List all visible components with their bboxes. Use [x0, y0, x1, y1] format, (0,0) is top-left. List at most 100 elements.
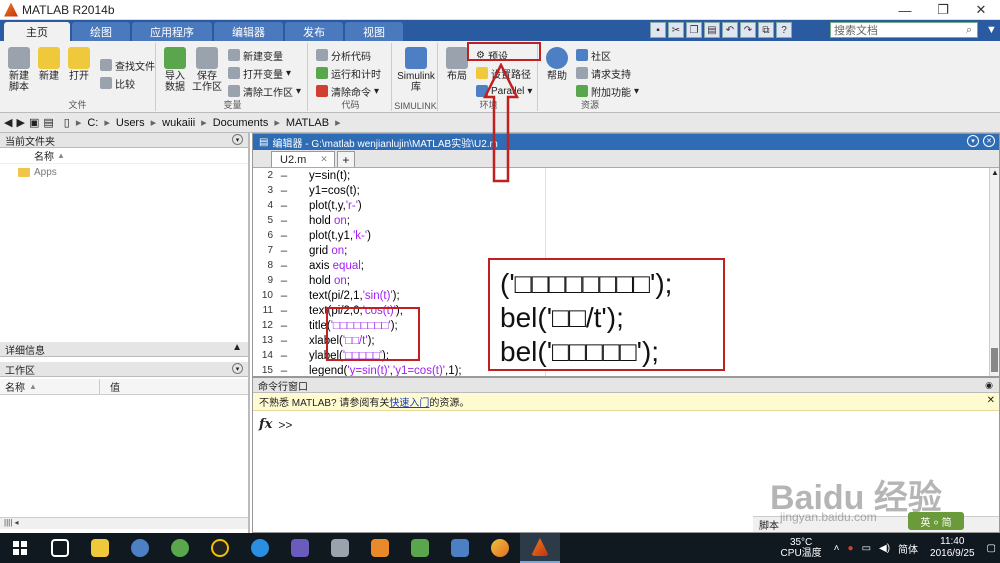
up-folder-icon[interactable]: ▣ [29, 116, 39, 129]
forward-arrow-icon[interactable]: ▶ [16, 116, 24, 129]
clear-commands-button[interactable]: 清除命令 ▾ [316, 83, 379, 99]
breadcrumb-documents[interactable]: Documents [213, 117, 269, 129]
switch-windows-icon[interactable]: ⧉ [758, 22, 774, 38]
code-line[interactable]: 3– y1=cos(t); [253, 183, 953, 198]
breakpoint-marker[interactable]: – [273, 230, 295, 242]
close-button[interactable]: ✕ [962, 0, 1000, 20]
add-ons-button[interactable]: 附加功能 ▾ [576, 83, 639, 99]
tab-editor[interactable]: 编辑器 [214, 22, 283, 41]
open-button[interactable]: 打开 [62, 47, 96, 82]
taskbar-app-qq[interactable] [200, 533, 240, 563]
save-workspace-button[interactable]: 保存 工作区 [190, 47, 224, 93]
editor-scrollbar[interactable]: ▲ [989, 168, 999, 376]
tab-apps[interactable]: 应用程序 [132, 22, 212, 41]
copy-icon[interactable]: ❐ [686, 22, 702, 38]
cut-icon[interactable]: ✂ [668, 22, 684, 38]
breadcrumb[interactable]: ▯ ▸ C: ▸ Users ▸ wukaiii ▸ Documents ▸ MATLAB… [64, 116, 341, 130]
code-line[interactable]: 4– plot(t,y,'r-') [253, 198, 953, 213]
editor-tab-u2[interactable]: U2.m ✕ [271, 151, 335, 167]
breakpoint-marker[interactable]: – [273, 320, 295, 332]
help-icon[interactable]: ? [776, 22, 792, 38]
task-view-button[interactable] [40, 533, 80, 563]
taskbar-app-sheet[interactable] [400, 533, 440, 563]
help-button[interactable]: 帮助 [540, 47, 574, 82]
taskbar-app-vs[interactable] [280, 533, 320, 563]
breakpoint-marker[interactable]: – [273, 200, 295, 212]
new-button[interactable]: 新建 [32, 47, 66, 82]
clear-workspace-button[interactable]: 清除工作区 ▾ [228, 83, 301, 99]
breakpoint-marker[interactable]: – [273, 275, 295, 287]
breakpoint-marker[interactable]: – [273, 185, 295, 197]
community-button[interactable]: 社区 [576, 47, 611, 63]
editor-close-icon[interactable]: ✕ [983, 135, 995, 147]
network-icon[interactable]: ▭ [862, 543, 871, 554]
breadcrumb-drive[interactable]: C: [87, 117, 98, 129]
scroll-up-icon[interactable]: ▲ [991, 168, 999, 177]
code-line[interactable]: 5– hold on; [253, 213, 953, 228]
breakpoint-marker[interactable]: – [273, 365, 295, 377]
search-docs-input[interactable]: 搜索文档 [830, 22, 978, 38]
breakpoint-marker[interactable]: – [273, 170, 295, 182]
taskbar-app-browser[interactable] [160, 533, 200, 563]
undo-icon[interactable]: ↶ [722, 22, 738, 38]
breakpoint-marker[interactable]: – [273, 335, 295, 347]
getting-started-link[interactable]: 快速入门 [389, 394, 429, 409]
panel-menu-icon[interactable]: ▾ [232, 363, 243, 374]
taskbar-app-explorer[interactable] [80, 533, 120, 563]
antivirus-icon[interactable]: ● [848, 543, 854, 554]
code-line[interactable]: 6– plot(t,y1,'k-') [253, 228, 953, 243]
breadcrumb-users[interactable]: Users [116, 117, 145, 129]
taskbar-app-game[interactable] [320, 533, 360, 563]
panel-menu-icon[interactable]: ▾ [232, 134, 243, 145]
new-variable-button[interactable]: 新建变量 [228, 47, 283, 63]
browse-folder-icon[interactable]: ▤ [43, 116, 53, 129]
command-prompt[interactable]: fx >> [253, 417, 999, 432]
breadcrumb-matlab[interactable]: MATLAB [286, 117, 329, 129]
workspace-col-name[interactable]: 名称 ▲ [0, 379, 100, 394]
editor-menu-icon[interactable]: ▾ [967, 135, 979, 147]
save-icon[interactable]: ▪ [650, 22, 666, 38]
back-arrow-icon[interactable]: ◀ [4, 116, 12, 129]
notifications-icon[interactable]: ▢ [987, 543, 996, 554]
breakpoint-marker[interactable]: – [273, 350, 295, 362]
workspace-col-value[interactable]: 值 [100, 379, 120, 394]
ime-indicator[interactable]: 英 ⸰ 简 [908, 512, 964, 530]
run-and-time-button[interactable]: 运行和计时 [316, 65, 381, 81]
open-variable-button[interactable]: 打开变量 ▾ [228, 65, 291, 81]
code-line[interactable]: 2– y=sin(t); [253, 168, 953, 183]
new-script-button[interactable]: 新建 脚本 [2, 47, 36, 93]
folder-item-apps[interactable]: Apps [0, 164, 248, 180]
panel-menu-icon[interactable]: ◉ [985, 380, 993, 391]
scroll-thumb[interactable] [991, 348, 998, 372]
breakpoint-marker[interactable]: – [273, 305, 295, 317]
left-panel-scrollbar[interactable]: |||| ◂ [0, 517, 248, 529]
find-files-button[interactable]: 查找文件 [100, 57, 155, 73]
breakpoint-marker[interactable]: – [273, 290, 295, 302]
clock[interactable]: 11:40 2016/9/25 [930, 536, 975, 560]
minimize-button[interactable]: — [886, 0, 924, 20]
chevron-up-icon[interactable]: ▲ [232, 342, 242, 353]
filter-icon[interactable]: ▼ [986, 24, 997, 36]
volume-icon[interactable]: ◀) [879, 543, 890, 554]
taskbar-app-edge[interactable] [480, 533, 520, 563]
new-tab-button[interactable]: + [336, 151, 355, 167]
maximize-button[interactable]: ❐ [924, 0, 962, 20]
code-line[interactable]: 7– grid on; [253, 243, 953, 258]
paste-icon[interactable]: ▤ [704, 22, 720, 38]
file-column-header[interactable]: 名称 ▲ [0, 148, 248, 164]
tab-plots[interactable]: 绘图 [72, 22, 130, 41]
details-header[interactable]: 详细信息 ▲ [0, 342, 248, 357]
taskbar-app-ppt[interactable] [360, 533, 400, 563]
taskbar-app-kugou[interactable] [120, 533, 160, 563]
compare-button[interactable]: 比较 [100, 75, 135, 91]
taskbar-app-player[interactable] [240, 533, 280, 563]
tab-publish[interactable]: 发布 [285, 22, 343, 41]
analyze-code-button[interactable]: 分析代码 [316, 47, 371, 63]
close-tab-icon[interactable]: ✕ [320, 154, 328, 165]
breakpoint-marker[interactable]: – [273, 260, 295, 272]
breakpoint-marker[interactable]: – [273, 215, 295, 227]
chevron-up-icon[interactable]: ˄ [834, 543, 840, 554]
breakpoint-marker[interactable]: – [273, 245, 295, 257]
start-button[interactable] [0, 533, 40, 563]
import-data-button[interactable]: 导入 数据 [158, 47, 192, 93]
